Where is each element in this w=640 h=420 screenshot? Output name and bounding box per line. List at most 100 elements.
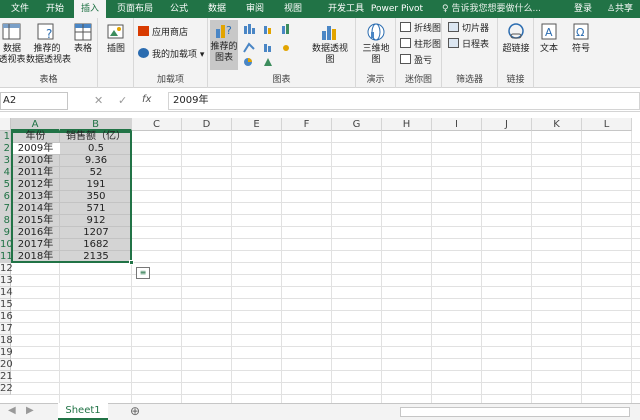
row-header[interactable]: 17	[0, 323, 13, 335]
column-header[interactable]: D	[182, 118, 232, 131]
table-cell[interactable]: 0.5	[60, 143, 132, 155]
recommended-charts-button[interactable]: ? 推荐的 图表	[210, 20, 238, 70]
table-cell[interactable]: 2017年	[11, 239, 60, 251]
select-all-corner[interactable]	[0, 118, 11, 131]
hyperlink-button[interactable]: 超链接	[500, 22, 532, 55]
table-cell[interactable]: 2014年	[11, 203, 60, 215]
enter-icon[interactable]: ✓	[118, 94, 127, 107]
timeline-button[interactable]: 日程表	[448, 38, 489, 52]
column-header[interactable]: C	[132, 118, 182, 131]
my-addins-button[interactable]: 我的加载项 ▾	[138, 48, 204, 62]
column-header[interactable]: L	[582, 118, 632, 131]
login-link[interactable]: 登录	[568, 0, 598, 18]
table-cell[interactable]: 350	[60, 191, 132, 203]
table-cell[interactable]: 571	[60, 203, 132, 215]
row-header[interactable]: 11	[0, 251, 13, 263]
store-button[interactable]: 应用商店	[138, 26, 188, 40]
column-header[interactable]: I	[432, 118, 482, 131]
row-header[interactable]: 16	[0, 311, 13, 323]
column-header[interactable]: G	[332, 118, 382, 131]
sheet-tab-sheet1[interactable]: Sheet1	[58, 403, 108, 420]
header-cell[interactable]: 年份	[11, 131, 60, 143]
sparkline-winloss-button[interactable]: 盈亏	[400, 54, 432, 68]
table-cell[interactable]: 191	[60, 179, 132, 191]
row-header[interactable]: 18	[0, 335, 13, 347]
row-header[interactable]: 20	[0, 359, 13, 371]
column-header[interactable]: F	[282, 118, 332, 131]
scroll-left-icon[interactable]: ◀	[8, 405, 16, 416]
row-header[interactable]: 8	[0, 215, 11, 227]
table-cell[interactable]: 2013年	[11, 191, 60, 203]
illustrations-button[interactable]: 插图	[102, 22, 130, 55]
tab-file[interactable]: 文件	[2, 0, 38, 18]
slicer-button[interactable]: 切片器	[448, 22, 489, 36]
table-button[interactable]: 表格	[70, 22, 96, 55]
tab-view[interactable]: 视图	[276, 0, 310, 18]
table-cell[interactable]: 2135	[60, 251, 132, 263]
column-header[interactable]: K	[532, 118, 582, 131]
table-cell[interactable]: 2010年	[11, 155, 60, 167]
add-sheet-icon[interactable]: ⊕	[130, 404, 140, 418]
tab-home[interactable]: 开始	[38, 0, 72, 18]
tab-data[interactable]: 数据	[200, 0, 234, 18]
table-cell[interactable]: 2011年	[11, 167, 60, 179]
pivot-chart-button[interactable]: 数据透视图	[308, 22, 352, 66]
row-header[interactable]: 4	[0, 167, 11, 179]
column-header[interactable]: H	[382, 118, 432, 131]
table-cell[interactable]: 52	[60, 167, 132, 179]
column-header[interactable]: E	[232, 118, 282, 131]
share-button[interactable]: ♙共享	[600, 0, 640, 18]
row-header[interactable]: 5	[0, 179, 11, 191]
tell-me-search[interactable]: ♀ 告诉我您想要做什么...	[442, 0, 541, 18]
column-header[interactable]: B	[60, 118, 132, 131]
3d-map-button[interactable]: 三维地 图	[360, 22, 392, 66]
name-box[interactable]: A2	[0, 92, 68, 110]
tab-review[interactable]: 审阅	[238, 0, 272, 18]
pivot-table-button[interactable]: 数据 透视表	[0, 22, 26, 66]
table-cell[interactable]: 9.36	[60, 155, 132, 167]
chart-types-gallery[interactable]	[242, 22, 302, 68]
sparkline-line-button[interactable]: 折线图	[400, 22, 441, 36]
fill-handle[interactable]	[129, 260, 134, 265]
row-header[interactable]: 6	[0, 191, 11, 203]
row-header[interactable]: 3	[0, 155, 11, 167]
symbol-button[interactable]: Ω 符号	[566, 22, 596, 55]
row-header[interactable]: 12	[0, 263, 13, 275]
recommended-pivot-button[interactable]: ? 推荐的 数据透视表	[26, 22, 71, 66]
row-header[interactable]: 9	[0, 227, 11, 239]
row-header[interactable]: 22	[0, 383, 13, 395]
quick-analysis-icon[interactable]: ≡	[136, 267, 150, 279]
insert-function-icon[interactable]: fx	[142, 94, 151, 105]
table-cell[interactable]: 2015年	[11, 215, 60, 227]
column-header[interactable]: A	[11, 118, 60, 131]
formula-input[interactable]: 2009年	[168, 92, 640, 110]
worksheet-grid[interactable]: A B C D E F G H I J K L 1 2 3 4 5 6 7 8 9 10 11 12 13 14 15 16 17 18 1…	[0, 118, 640, 403]
row-header[interactable]: 1	[0, 131, 11, 143]
row-header[interactable]: 10	[0, 239, 13, 251]
table-cell[interactable]: 2012年	[11, 179, 60, 191]
horizontal-scrollbar[interactable]	[400, 407, 630, 417]
table-cell[interactable]: 2018年	[11, 251, 60, 263]
cancel-icon[interactable]: ✕	[94, 94, 103, 107]
row-header[interactable]: 21	[0, 371, 13, 383]
table-cell[interactable]: 1207	[60, 227, 132, 239]
tab-insert[interactable]: 插入	[74, 0, 106, 18]
tab-page-layout[interactable]: 页面布局	[110, 0, 160, 18]
table-cell[interactable]: 2016年	[11, 227, 60, 239]
table-cell[interactable]: 1682	[60, 239, 132, 251]
header-cell[interactable]: 销售额（亿）	[60, 131, 132, 143]
row-header[interactable]: 2	[0, 143, 11, 155]
sparkline-column-button[interactable]: 柱形图	[400, 38, 441, 52]
table-cell[interactable]: 2009年	[11, 143, 60, 155]
table-cell[interactable]: 912	[60, 215, 132, 227]
row-header[interactable]: 15	[0, 299, 13, 311]
text-button[interactable]: A 文本	[534, 22, 564, 55]
scroll-right-icon[interactable]: ▶	[26, 405, 34, 416]
tab-formulas[interactable]: 公式	[162, 0, 196, 18]
row-header[interactable]: 13	[0, 275, 13, 287]
row-header[interactable]: 14	[0, 287, 13, 299]
row-header[interactable]: 19	[0, 347, 13, 359]
tab-power-pivot[interactable]: Power Pivot	[366, 0, 428, 18]
column-header[interactable]: J	[482, 118, 532, 131]
row-header[interactable]: 7	[0, 203, 11, 215]
